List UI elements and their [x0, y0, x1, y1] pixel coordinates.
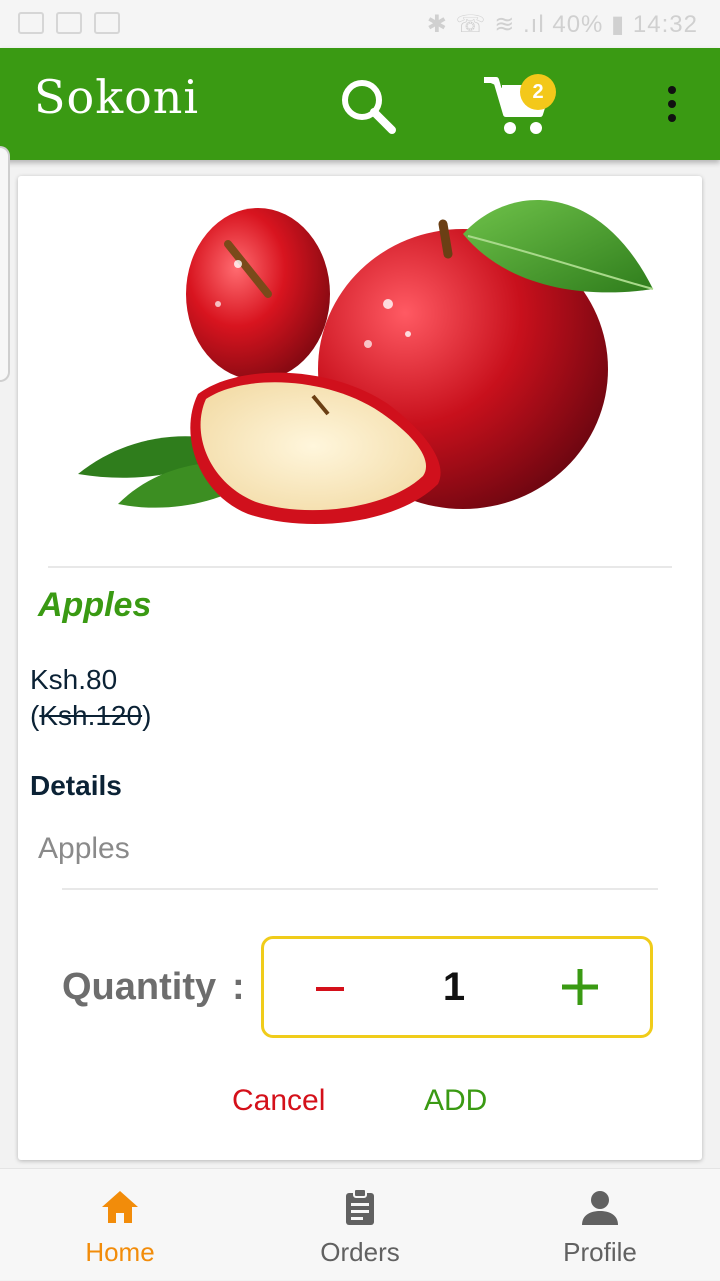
- image-divider: [48, 566, 672, 568]
- quantity-value: 1: [442, 965, 466, 1009]
- product-price: Ksh.80: [30, 664, 118, 695]
- app-bar: Sokoni 2: [0, 48, 720, 160]
- clipboard-icon: [346, 1188, 374, 1225]
- add-button[interactable]: ADD: [424, 1084, 487, 1118]
- quantity-stepper: 1: [261, 936, 653, 1038]
- increase-quantity-button[interactable]: [560, 967, 600, 1007]
- original-price: (Ksh.120): [30, 700, 152, 731]
- nav-item-home[interactable]: Home: [20, 1169, 220, 1281]
- search-icon: [342, 80, 396, 134]
- details-divider: [62, 888, 658, 890]
- nav-label-profile: Profile: [563, 1237, 637, 1267]
- quantity-label: Quantity: [62, 966, 217, 1008]
- product-dialog-card: Apples Ksh.80 (Ksh.120) Details Apples Q…: [18, 176, 702, 1160]
- cart-button[interactable]: 2: [480, 68, 560, 140]
- status-bar: ✱ ☏ ≋ .ıl 40% ▮ 14:32: [0, 0, 720, 48]
- gallery-icon: [56, 12, 82, 34]
- details-text: Apples: [38, 832, 130, 865]
- original-price-value: Ksh.120: [39, 700, 143, 731]
- status-icons-left: [18, 12, 120, 34]
- details-heading: Details: [30, 770, 122, 801]
- decrease-quantity-button[interactable]: [310, 959, 356, 1015]
- cart-count-badge: 2: [520, 74, 556, 110]
- minus-icon: [316, 987, 344, 991]
- plus-icon: [562, 969, 598, 1005]
- nav-label-orders: Orders: [320, 1237, 400, 1267]
- person-icon: [582, 1191, 618, 1225]
- nav-label-home: Home: [85, 1237, 155, 1267]
- more-vert-icon: [668, 86, 676, 122]
- bottom-navigation: Home Orders Profile: [0, 1168, 720, 1280]
- product-name: Apples: [38, 586, 152, 624]
- nav-item-orders[interactable]: Orders: [260, 1169, 460, 1281]
- product-image: [78, 199, 654, 524]
- search-button[interactable]: [336, 74, 400, 138]
- app-notification-icon: [94, 12, 120, 34]
- app-title: Sokoni: [34, 70, 200, 124]
- status-icons-right: ✱ ☏ ≋ .ıl 40% ▮ 14:32: [426, 11, 698, 38]
- cancel-button[interactable]: Cancel: [232, 1084, 325, 1118]
- notification-icon: [18, 12, 44, 34]
- drawer-edge-handle[interactable]: [0, 146, 10, 382]
- more-options-button[interactable]: [650, 82, 694, 126]
- home-icon: [102, 1191, 138, 1223]
- quantity-colon: :: [232, 966, 245, 1008]
- nav-item-profile[interactable]: Profile: [500, 1169, 700, 1281]
